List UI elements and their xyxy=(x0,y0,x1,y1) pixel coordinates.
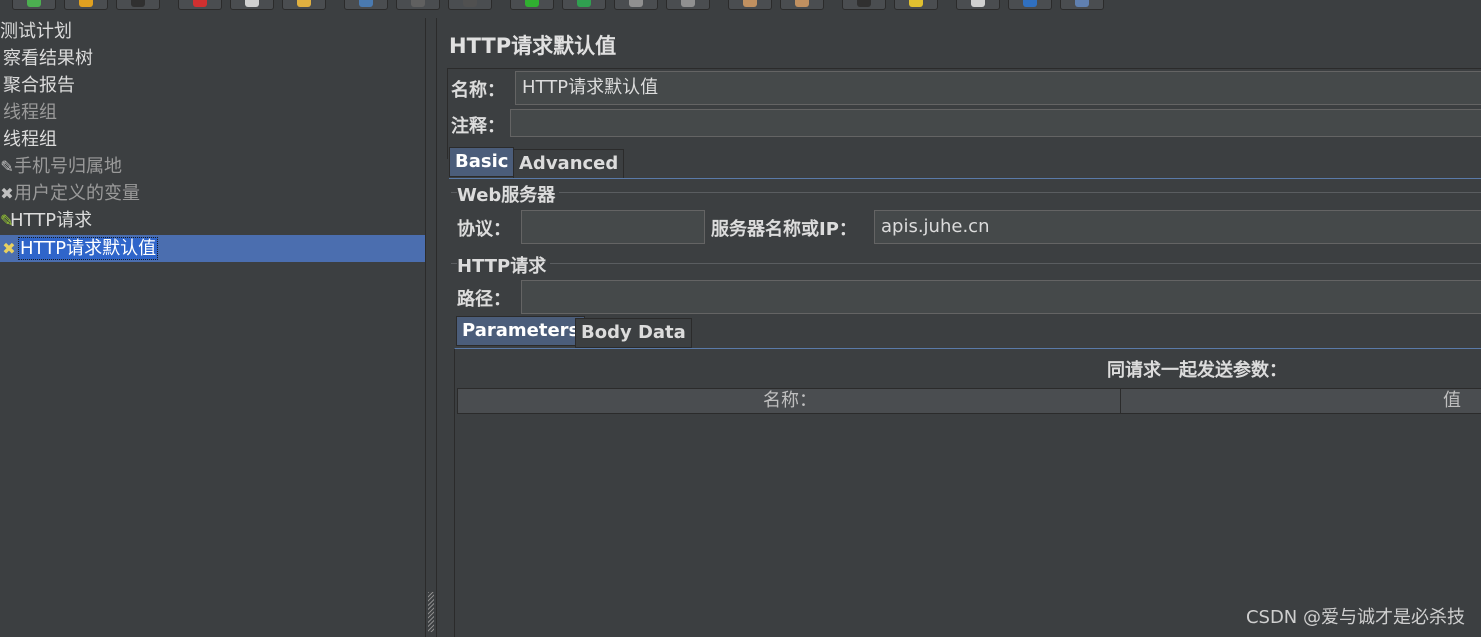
tree-item-http-request-defaults[interactable]: ✖ HTTP请求默认值 xyxy=(0,235,425,262)
web-server-group-border xyxy=(451,192,1481,193)
toolbar-button-start[interactable] xyxy=(510,0,554,10)
toolbar-button-help[interactable] xyxy=(1008,0,1052,10)
help-icon xyxy=(1023,0,1037,7)
clear-all-icon xyxy=(795,0,809,7)
tree-item-label: 线程组 xyxy=(3,102,57,123)
comment-label: 注释： xyxy=(451,116,505,137)
toolbar-button-search[interactable] xyxy=(842,0,886,10)
copy-icon xyxy=(245,0,259,7)
cut-icon xyxy=(193,0,207,7)
wrench-icon: ✖ xyxy=(2,239,16,258)
http-request-group-border xyxy=(451,263,1481,264)
column-divider[interactable] xyxy=(1120,389,1121,413)
toolbar-button-save[interactable] xyxy=(116,0,160,10)
start-icon xyxy=(525,0,539,7)
web-server-group-title: Web服务器 xyxy=(457,181,560,207)
tree-item-label: HTTP请求 xyxy=(10,210,93,231)
params-caption: 同请求一起发送参数： xyxy=(1107,360,1287,381)
tree-item-label: 手机号归属地 xyxy=(14,156,122,177)
toolbar-button-cut[interactable] xyxy=(178,0,222,10)
tree-item-label: 聚合报告 xyxy=(3,75,75,96)
column-header-value[interactable]: 值 xyxy=(1443,389,1461,413)
tree-item-label: 线程组 xyxy=(3,129,57,150)
expand-icon xyxy=(359,0,373,7)
toolbar-button-remote[interactable] xyxy=(1060,0,1104,10)
toolbar-button-new-plan[interactable] xyxy=(12,0,56,10)
toolbar-button-shutdown[interactable] xyxy=(666,0,710,10)
shutdown-icon xyxy=(681,0,695,7)
parameters-table-header: 名称： 值 xyxy=(457,388,1481,414)
protocol-field[interactable] xyxy=(521,210,705,244)
tab-advanced[interactable]: Advanced xyxy=(513,149,625,179)
comment-field[interactable] xyxy=(510,109,1481,137)
pencil-icon: ✎ xyxy=(0,211,14,230)
tree-item-thread-group-disabled[interactable]: 线程组 xyxy=(0,99,425,126)
tree-item-view-results-tree[interactable]: 察看结果树 xyxy=(0,45,425,72)
paste-icon xyxy=(297,0,311,7)
watermark: CSDN @爱与诚才是必杀技 xyxy=(1245,607,1465,628)
panel-splitter[interactable] xyxy=(425,18,437,637)
toolbar-button-function-helper[interactable] xyxy=(956,0,1000,10)
collapse-icon xyxy=(411,0,425,7)
server-name-field-value: apis.juhe.cn xyxy=(881,216,990,237)
toolbar-button-start-no-pause[interactable] xyxy=(562,0,606,10)
http-request-group-title: HTTP请求 xyxy=(457,252,551,278)
tree-item-http-request[interactable]: ✎HTTP请求 xyxy=(0,207,425,234)
new-plan-icon xyxy=(27,0,41,7)
start-no-pause-icon xyxy=(577,0,591,7)
tab-underline xyxy=(449,178,1481,179)
tab-parameters[interactable]: Parameters xyxy=(456,316,586,346)
tab-basic[interactable]: Basic xyxy=(449,147,515,177)
toolbar-button-clear-all[interactable] xyxy=(780,0,824,10)
stop-icon xyxy=(629,0,643,7)
tree-item-label: HTTP请求默认值 xyxy=(18,237,159,260)
tree-item-test-plan[interactable]: 测试计划 xyxy=(0,18,425,45)
name-field-value: HTTP请求默认值 xyxy=(522,77,659,98)
toolbar-button-paste[interactable] xyxy=(282,0,326,10)
function-helper-icon xyxy=(971,0,985,7)
save-icon xyxy=(131,0,145,7)
toolbar-button-toggle[interactable] xyxy=(448,0,492,10)
protocol-label: 协议： xyxy=(457,219,511,240)
tree-item-label: 测试计划 xyxy=(0,21,72,42)
tab-body-data[interactable]: Body Data xyxy=(575,318,692,348)
toolbar-button-clear[interactable] xyxy=(728,0,772,10)
tree-item-thread-group[interactable]: 线程组 xyxy=(0,126,425,153)
toolbar-button-stop[interactable] xyxy=(614,0,658,10)
open-icon xyxy=(79,0,93,7)
pencil-icon: ✎ xyxy=(0,157,14,176)
toolbar xyxy=(0,0,1481,12)
path-label: 路径： xyxy=(457,289,511,310)
toolbar-button-open[interactable] xyxy=(64,0,108,10)
tree-item-label: 用户定义的变量 xyxy=(14,183,140,204)
tree-item-aggregate-report[interactable]: 聚合报告 xyxy=(0,72,425,99)
name-label: 名称： xyxy=(451,80,505,101)
test-plan-tree: 测试计划 察看结果树 聚合报告 线程组 线程组 ✎手机号归属地 ✖用户定义的变量… xyxy=(0,18,425,637)
page-title: HTTP请求默认值 xyxy=(449,34,617,58)
server-name-field[interactable]: apis.juhe.cn xyxy=(874,210,1481,244)
tree-item-phone-location[interactable]: ✎手机号归属地 xyxy=(0,153,425,180)
splitter-grip-icon[interactable] xyxy=(428,592,434,632)
toggle-icon xyxy=(463,0,477,7)
column-header-name[interactable]: 名称： xyxy=(763,389,817,413)
wrench-icon: ✖ xyxy=(0,184,14,203)
search-icon xyxy=(857,0,871,7)
toolbar-button-collapse[interactable] xyxy=(396,0,440,10)
name-field[interactable]: HTTP请求默认值 xyxy=(515,71,1481,105)
reset-search-icon xyxy=(909,0,923,7)
remote-icon xyxy=(1075,0,1089,7)
tree-item-user-defined-variables[interactable]: ✖用户定义的变量 xyxy=(0,180,425,207)
clear-icon xyxy=(743,0,757,7)
server-name-label: 服务器名称或IP： xyxy=(711,219,857,240)
toolbar-button-expand[interactable] xyxy=(344,0,388,10)
toolbar-button-reset-search[interactable] xyxy=(894,0,938,10)
toolbar-button-copy[interactable] xyxy=(230,0,274,10)
tree-item-label: 察看结果树 xyxy=(3,48,93,69)
path-field[interactable] xyxy=(521,280,1481,314)
element-config-panel: HTTP请求默认值 名称： HTTP请求默认值 注释： Basic Advanc… xyxy=(437,18,1481,637)
